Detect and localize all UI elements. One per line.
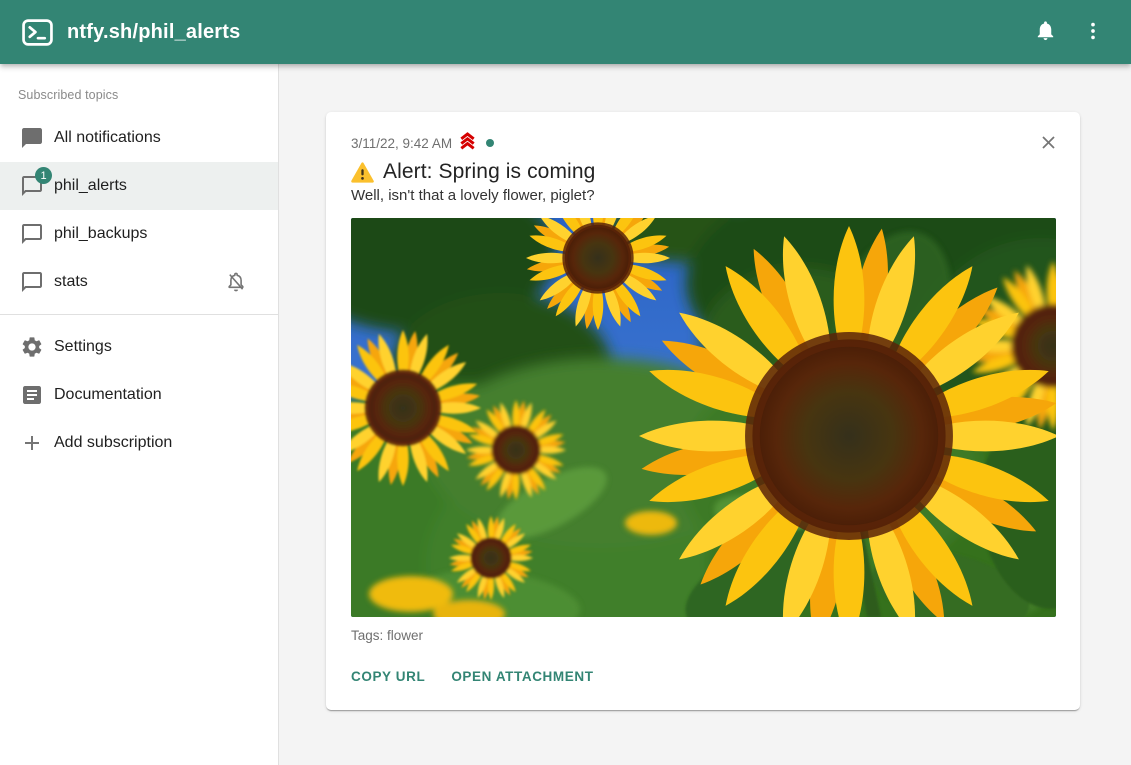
app-logo-terminal-icon <box>22 17 53 48</box>
notification-timestamp: 3/11/22, 9:42 AM <box>351 136 452 151</box>
kebab-menu-icon <box>1082 20 1104 45</box>
priority-max-icon <box>457 131 478 156</box>
chat-outline-icon <box>20 222 44 246</box>
sidebar-item-add-subscription[interactable]: Add subscription <box>0 419 278 467</box>
sidebar-item-label: phil_alerts <box>54 177 127 195</box>
main-content: 3/11/22, 9:42 AM <box>279 64 1131 765</box>
notification-title: Alert: Spring is coming <box>383 160 595 184</box>
overflow-menu-button[interactable] <box>1069 8 1117 56</box>
sidebar-item-label: phil_backups <box>54 225 147 243</box>
page-title: ntfy.sh/phil_alerts <box>67 21 240 44</box>
notification-title-row: Alert: Spring is coming <box>351 160 1056 184</box>
chat-outline-icon <box>20 270 44 294</box>
notification-actions: COPY URL OPEN ATTACHMENT <box>351 669 1056 684</box>
plus-icon <box>20 431 44 455</box>
app-bar: ntfy.sh/phil_alerts <box>0 0 1131 64</box>
sidebar-item-all-notifications[interactable]: All notifications <box>0 114 278 162</box>
notification-body: Well, isn't that a lovely flower, piglet… <box>351 187 1056 204</box>
unread-count-badge: 1 <box>35 167 52 184</box>
sidebar-item-settings[interactable]: Settings <box>0 323 278 371</box>
notification-card: 3/11/22, 9:42 AM <box>326 112 1080 710</box>
subscribed-topics-label: Subscribed topics <box>0 64 278 114</box>
unread-dot <box>486 139 494 147</box>
sidebar-item-label: Add subscription <box>54 434 172 452</box>
chat-filled-icon <box>20 126 44 150</box>
sidebar: Subscribed topics All notifications 1 ph… <box>0 64 279 765</box>
sidebar-item-documentation[interactable]: Documentation <box>0 371 278 419</box>
bell-off-icon <box>224 270 248 294</box>
chat-outline-icon: 1 <box>20 174 44 198</box>
gear-icon <box>20 335 44 359</box>
notification-meta: 3/11/22, 9:42 AM <box>351 134 1056 152</box>
sidebar-item-label: Documentation <box>54 386 162 404</box>
sidebar-item-stats[interactable]: stats <box>0 258 278 306</box>
notification-tags: Tags: flower <box>351 628 1056 643</box>
warning-emoji-icon <box>351 162 374 183</box>
notifications-bell-button[interactable] <box>1021 8 1069 56</box>
sidebar-item-phil-alerts[interactable]: 1 phil_alerts <box>0 162 278 210</box>
article-icon <box>20 383 44 407</box>
sidebar-item-label: stats <box>54 273 88 291</box>
sidebar-item-phil-backups[interactable]: phil_backups <box>0 210 278 258</box>
sidebar-item-label: Settings <box>54 338 112 356</box>
sidebar-divider <box>0 314 278 315</box>
close-notification-button[interactable] <box>1028 124 1068 164</box>
close-icon <box>1038 132 1059 156</box>
open-attachment-button[interactable]: OPEN ATTACHMENT <box>451 669 593 684</box>
copy-url-button[interactable]: COPY URL <box>351 669 425 684</box>
attachment-image[interactable] <box>351 218 1056 617</box>
sidebar-item-label: All notifications <box>54 129 161 147</box>
bell-icon <box>1034 19 1057 45</box>
